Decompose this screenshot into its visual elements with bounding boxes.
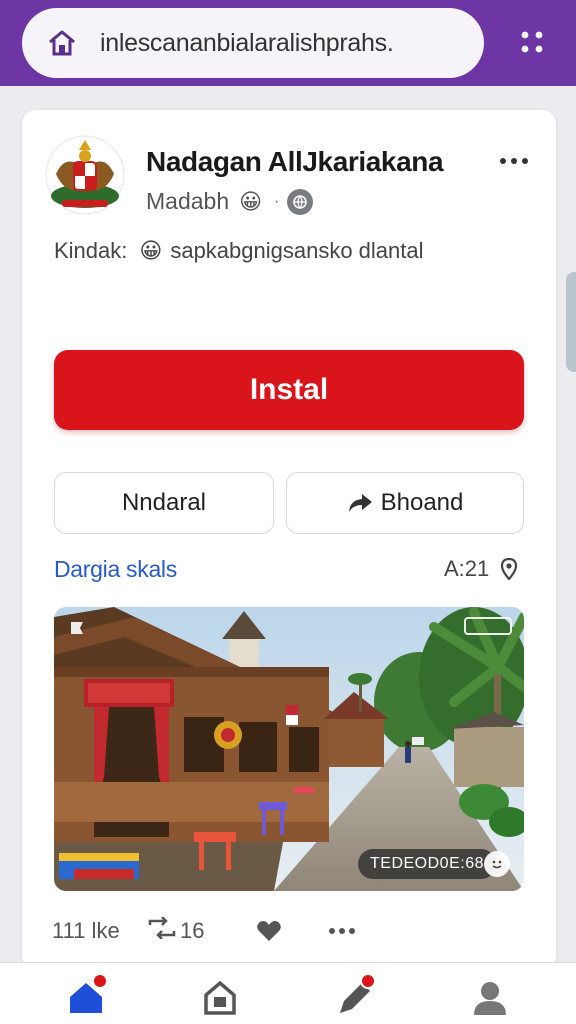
pin-marker-icon: [66, 617, 88, 639]
like-count[interactable]: 111 lke: [52, 918, 146, 944]
action-row: 111 lke 16: [52, 916, 532, 946]
home-icon[interactable]: [44, 25, 80, 61]
separator: ·: [274, 192, 280, 210]
globe-icon: [287, 188, 314, 215]
status-text: sapkabgnigsansko dlantal: [170, 238, 424, 263]
secondary-button-left[interactable]: Nndaral: [54, 472, 274, 534]
share-arrow-icon: [347, 492, 373, 514]
repost-count: 16: [180, 918, 205, 943]
url-text[interactable]: inlescananbialaralishprahs.: [100, 29, 464, 58]
browser-top-bar: inlescananbialaralishprahs.: [0, 0, 576, 86]
status-label: Kindak:: [54, 238, 128, 263]
repost-icon: [146, 916, 178, 945]
nav-store-icon[interactable]: [196, 975, 244, 1019]
status-line: Kindak: 😀 sapkabgnigsansko dlantal: [54, 238, 424, 264]
nav-edit-icon[interactable]: [330, 973, 378, 1019]
emblem-logo: [45, 135, 125, 215]
secondary-button-left-label: Nndaral: [121, 489, 207, 516]
photo-caption: TEDEOD0E:68: [358, 849, 496, 879]
nav-home-icon[interactable]: [62, 973, 110, 1019]
repost-button[interactable]: 16: [146, 916, 256, 945]
post-photo[interactable]: TEDEOD0E:68: [54, 607, 524, 891]
more-options-icon[interactable]: [496, 150, 532, 172]
gallery-indicator-icon: [464, 617, 512, 635]
more-actions-icon[interactable]: [328, 927, 356, 935]
status-emoji: 😀: [139, 238, 163, 263]
post-title: Nadagan AllJkariakana: [146, 146, 444, 177]
avatar[interactable]: [44, 134, 126, 216]
share-button-label: Bhoand: [380, 489, 464, 516]
section-meta-text: A:21: [444, 556, 490, 581]
section-meta: A:21: [444, 556, 518, 582]
section-title[interactable]: Dargia skals: [54, 556, 177, 583]
bottom-navigation: [0, 962, 576, 1024]
smiley-icon[interactable]: [484, 851, 510, 877]
heart-icon[interactable]: [256, 920, 328, 942]
address-bar[interactable]: inlescananbialaralishprahs.: [22, 8, 484, 78]
author-emoji: 😀: [239, 188, 263, 214]
location-pin-icon[interactable]: [501, 558, 518, 580]
author-line: Madabh 😀 ·: [146, 188, 314, 215]
notification-badge: [360, 973, 376, 989]
notification-badge: [92, 973, 108, 989]
nav-profile-icon[interactable]: [466, 975, 514, 1019]
author-name[interactable]: Madabh: [146, 188, 229, 215]
share-button[interactable]: Bhoand: [286, 472, 524, 534]
install-button[interactable]: Instal: [54, 350, 524, 430]
grid-dots-icon[interactable]: [510, 22, 554, 62]
post-card: Nadagan AllJkariakana Madabh 😀 · Kindak:…: [22, 110, 556, 970]
side-edge-handle[interactable]: [566, 272, 576, 372]
